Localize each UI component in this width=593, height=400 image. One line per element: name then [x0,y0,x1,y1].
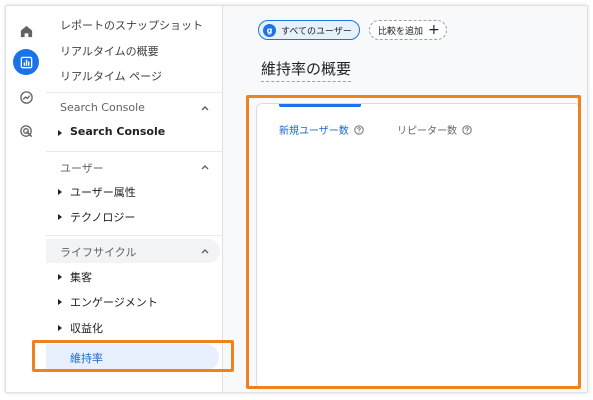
add-comparison-button[interactable]: 比較を追加 + [369,20,447,40]
expand-triangle-icon [58,325,62,331]
expand-triangle-icon [58,299,62,305]
tree-item-demographics[interactable]: ユーザー属性 [46,182,222,202]
sidebar-divider [46,92,222,93]
chevron-up-icon [201,165,209,170]
segment-chip-all-users[interactable]: g すべてのユーザー [258,20,360,40]
section-header-lifecycle[interactable]: ライフサイクル [46,239,220,263]
explore-icon[interactable] [13,84,39,110]
section-title: ライフサイクル [60,246,137,259]
tree-item-monetization[interactable]: 収益化 [46,318,222,338]
tree-item-technology[interactable]: テクノロジー [46,207,222,227]
tree-item-label: エンゲージメント [70,296,158,309]
segment-chip-label: すべてのユーザー [281,26,352,37]
tree-item-acquisition[interactable]: 集客 [46,267,222,287]
tree-item-engagement[interactable]: エンゲージメント [46,292,222,312]
section-title: Search Console [60,101,145,114]
tree-item-label: 集客 [70,271,92,284]
nav-link-realtime-overview[interactable]: リアルタイムの概要 [60,43,159,59]
expand-triangle-icon [58,189,62,195]
plus-icon: + [428,22,440,38]
section-header-search-console[interactable]: Search Console [46,96,220,120]
tree-item-label: 収益化 [70,322,103,335]
tree-item-label: ユーザー属性 [70,186,136,199]
comparison-bar: g すべてのユーザー 比較を追加 + [223,6,587,48]
expand-triangle-icon [58,274,62,280]
reports-icon[interactable] [13,49,39,75]
sidebar-divider [46,235,222,236]
tree-item-search-console[interactable]: Search Console [46,123,222,143]
nav-link-realtime-pages[interactable]: リアルタイム ページ [60,68,162,84]
tree-item-label: Search Console [70,125,166,138]
expand-triangle-icon [58,214,62,220]
section-title: ユーザー [60,162,104,175]
annotation-highlight-retention [32,340,234,372]
add-comparison-label: 比較を追加 [378,26,424,37]
tree-item-label: テクノロジー [70,211,136,224]
annotation-highlight-card [246,95,581,389]
chevron-up-icon [201,106,209,111]
report-sidebar: レポートのスナップショット リアルタイムの概要 リアルタイム ページ Searc… [46,6,223,392]
page-title: 維持率の概要 [261,58,352,82]
sidebar-divider [46,151,222,152]
expand-triangle-icon [58,130,62,136]
chevron-up-icon [201,249,209,254]
advertising-icon[interactable] [13,118,39,144]
section-header-user[interactable]: ユーザー [46,155,220,179]
home-icon[interactable] [13,18,39,44]
segment-avatar: g [263,23,276,37]
nav-link-snapshot[interactable]: レポートのスナップショット [60,17,203,33]
left-rail [6,6,46,392]
